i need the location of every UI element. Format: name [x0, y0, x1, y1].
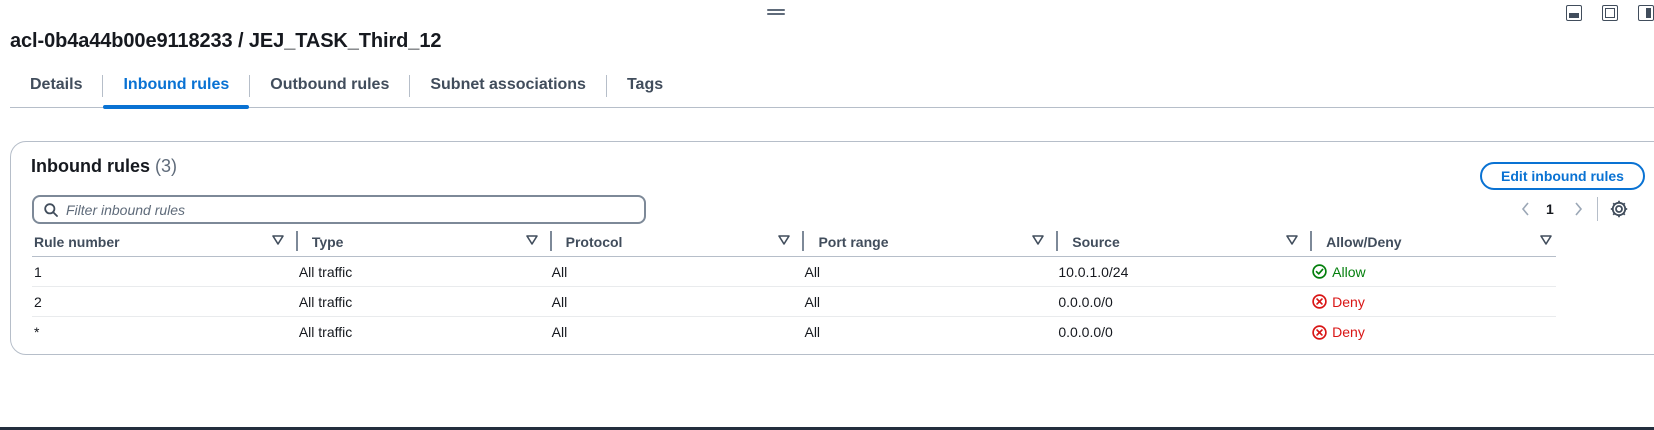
panel-bottom-icon[interactable] — [1566, 5, 1582, 21]
column-label: Protocol — [565, 233, 623, 250]
column-header-rule-number[interactable]: Rule number — [32, 227, 298, 256]
panel-side-icon[interactable] — [1638, 5, 1654, 21]
cell-protocol: All — [551, 263, 568, 280]
sort-icon[interactable] — [778, 235, 791, 245]
gear-icon[interactable] — [1609, 199, 1629, 219]
cell-source: 0.0.0.0/0 — [1058, 324, 1113, 340]
status-label: Allow — [1332, 263, 1366, 280]
tab-tags[interactable]: Tags — [607, 70, 683, 107]
cell-protocol: All — [551, 324, 568, 340]
panel-maximize-icon[interactable] — [1602, 5, 1618, 21]
table-row[interactable]: * All traffic All All 0.0.0.0/0 Deny — [32, 317, 1556, 347]
column-header-protocol[interactable]: Protocol — [552, 227, 805, 256]
tab-details[interactable]: Details — [10, 70, 102, 107]
cell-port-range: All — [804, 293, 821, 310]
sort-icon[interactable] — [525, 235, 538, 245]
cell-allow-deny: Deny — [1312, 317, 1556, 347]
status-allow: Allow — [1312, 263, 1366, 280]
previous-page-icon[interactable] — [1516, 199, 1536, 219]
column-header-source[interactable]: Source — [1058, 227, 1313, 256]
check-circle-icon — [1312, 264, 1327, 279]
cell-rule-number: 1 — [34, 263, 42, 280]
rule-count: (3) — [155, 156, 178, 176]
pagination-divider — [1597, 197, 1598, 221]
cell-type: All traffic — [298, 324, 353, 340]
cell-type: All traffic — [298, 263, 353, 280]
filter-input[interactable] — [66, 201, 626, 218]
sort-icon[interactable] — [1286, 235, 1298, 245]
cell-rule-number: * — [34, 324, 40, 340]
cell-port-range: All — [804, 263, 821, 280]
x-circle-icon — [1312, 324, 1327, 340]
column-label: Rule number — [34, 233, 120, 250]
table-row[interactable]: 1 All traffic All All 10.0.1.0/24 Allow — [32, 257, 1556, 287]
cell-allow-deny: Deny — [1312, 287, 1556, 316]
table-header: Rule number Type Protocol Port range Sou — [32, 227, 1556, 257]
x-circle-icon — [1312, 294, 1327, 309]
sort-icon[interactable] — [1032, 235, 1045, 245]
column-header-port-range[interactable]: Port range — [804, 227, 1059, 256]
panel-resize-handle[interactable] — [767, 9, 785, 15]
column-header-allow-deny[interactable]: Allow/Deny — [1312, 227, 1556, 256]
cell-port-range: All — [804, 324, 821, 340]
tab-bar: Details Inbound rules Outbound rules Sub… — [10, 70, 1654, 109]
panel-heading: Inbound rules (3) — [31, 156, 177, 177]
page-number[interactable]: 1 — [1546, 201, 1554, 217]
cell-rule-number: 2 — [34, 293, 42, 310]
pagination: 1 — [1516, 197, 1588, 221]
cell-allow-deny: Allow — [1312, 257, 1556, 286]
cell-source: 10.0.1.0/24 — [1058, 263, 1129, 280]
tab-subnet-associations[interactable]: Subnet associations — [410, 70, 606, 107]
inbound-rules-container: Inbound rules (3) Edit inbound rules 1 R… — [10, 141, 1654, 355]
table-row[interactable]: 2 All traffic All All 0.0.0.0/0 Deny — [32, 287, 1556, 317]
page-title: acl-0b4a44b00e9118233 / JEJ_TASK_Third_1… — [10, 30, 442, 52]
split-panel-controls — [1546, 5, 1654, 21]
edit-inbound-rules-button[interactable]: Edit inbound rules — [1480, 162, 1645, 190]
next-page-icon[interactable] — [1568, 199, 1588, 219]
inbound-rules-table: Rule number Type Protocol Port range Sou — [32, 227, 1556, 347]
cell-protocol: All — [551, 293, 568, 310]
column-label: Type — [311, 233, 344, 250]
status-deny: Deny — [1312, 294, 1365, 310]
panel-heading-label: Inbound rules — [31, 156, 150, 176]
search-icon — [44, 202, 58, 217]
tab-outbound-rules[interactable]: Outbound rules — [250, 70, 409, 107]
column-label: Allow/Deny — [1326, 233, 1402, 250]
tab-inbound-rules[interactable]: Inbound rules — [103, 70, 250, 109]
filter-field[interactable] — [32, 195, 646, 224]
column-label: Port range — [818, 233, 889, 250]
status-deny: Deny — [1312, 324, 1365, 340]
cell-source: 0.0.0.0/0 — [1058, 293, 1113, 310]
status-label: Deny — [1332, 324, 1365, 340]
status-label: Deny — [1332, 293, 1365, 310]
sort-icon[interactable] — [272, 235, 284, 245]
column-header-type[interactable]: Type — [298, 227, 552, 256]
sort-icon[interactable] — [1540, 235, 1552, 245]
column-label: Source — [1072, 233, 1120, 250]
cell-type: All traffic — [298, 293, 353, 310]
